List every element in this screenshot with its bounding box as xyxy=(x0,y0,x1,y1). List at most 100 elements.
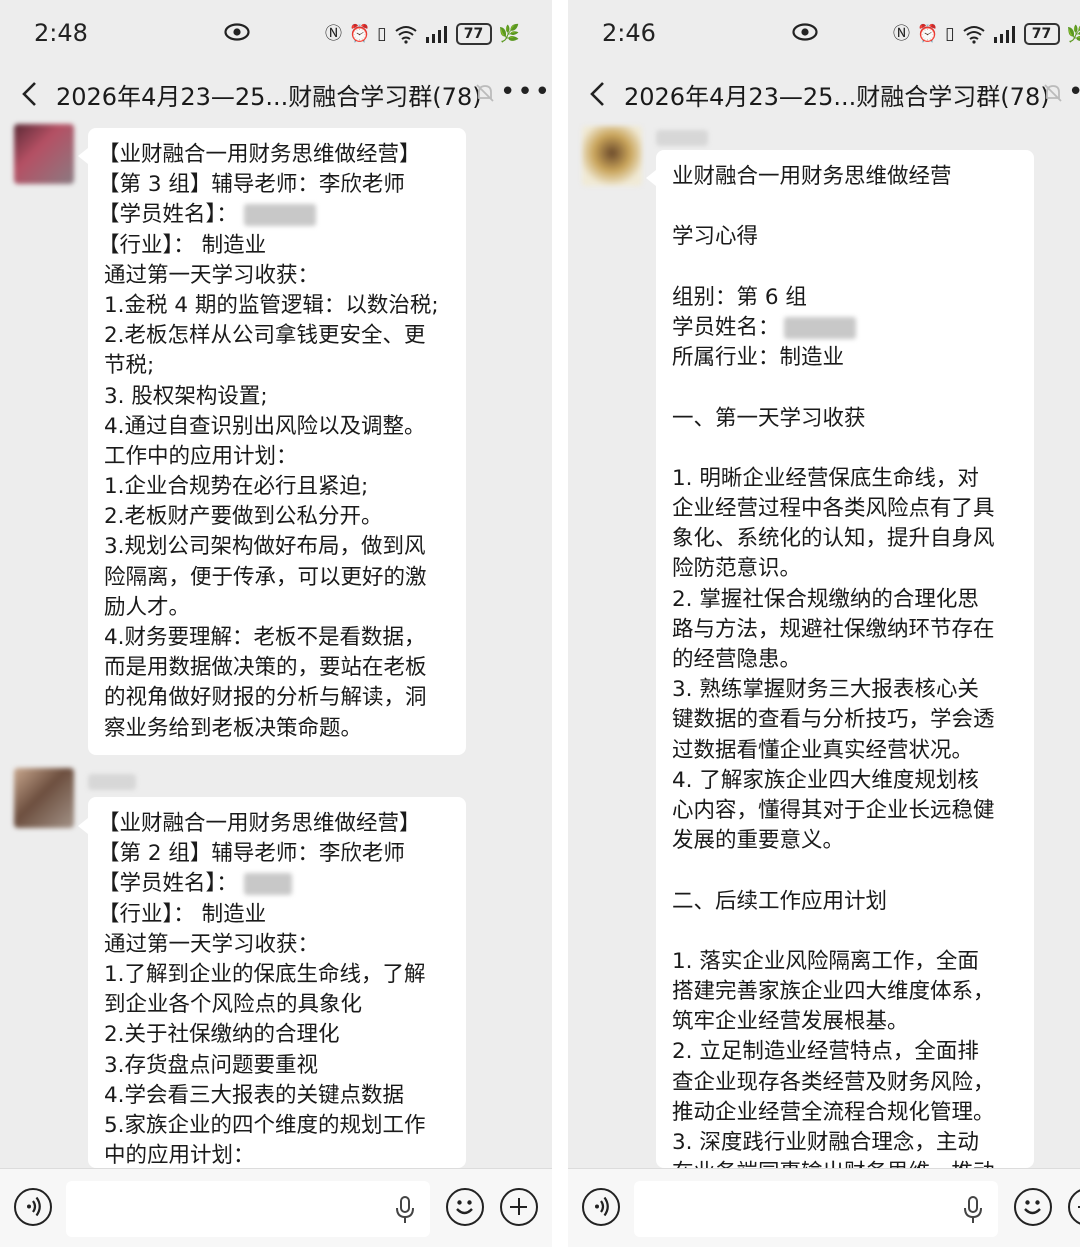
nfc-icon: Ⓝ xyxy=(893,24,910,44)
signal-icon xyxy=(425,26,447,43)
message-line xyxy=(672,856,1034,886)
message-line: 3. 股权架构设置; xyxy=(104,383,268,409)
message-line: 3. 熟练掌握财务三大报表核心关 xyxy=(672,677,979,703)
message-line: 1.企业合规势在必行且紧迫; xyxy=(104,474,369,500)
message-line xyxy=(672,434,1034,464)
avatar[interactable] xyxy=(14,124,74,184)
redacted-name xyxy=(243,204,316,227)
message-line: 3.存货盘点问题要重视 xyxy=(104,1052,319,1078)
message-line: 5.家族企业的四个维度的规划工作 xyxy=(104,1112,426,1138)
message-line: 察业务给到老板决策命题。 xyxy=(104,715,363,741)
message-line: 【业财融合一用财务思维做经营】 xyxy=(98,811,421,836)
message-bubble[interactable]: 业财融合一用财务思维做经营 学习心得 组别：第 6 组 学员姓名： 所属行业：制… xyxy=(656,150,1034,1168)
message-line: 业财融合一用财务思维做经营 xyxy=(672,164,952,189)
status-bar: 2:48 Ⓝ ⏰ ▯ 77 🌿 xyxy=(0,0,552,66)
mute-bell-icon xyxy=(1044,84,1062,102)
avatar[interactable] xyxy=(14,768,74,828)
eye-icon xyxy=(792,23,818,41)
message-line: 在业务端同事输出财务思维，推动 xyxy=(672,1158,1034,1168)
message-line: 到企业各个风险点的具象化 xyxy=(104,992,363,1018)
voice-icon[interactable] xyxy=(14,1188,52,1226)
message-line: 推动企业经营全流程合规化管理。 xyxy=(672,1099,995,1125)
mute-bell-icon xyxy=(476,84,494,102)
message-line: 键数据的查看与分析技巧，学会透 xyxy=(672,707,995,733)
message-line: 2.老板财产要做到公私分开。 xyxy=(104,504,383,530)
message-line: 1. 明晰企业经营保底生命线，对 xyxy=(672,465,979,491)
input-bar xyxy=(0,1168,552,1247)
message-line: 【第 3 组】辅导老师：李欣老师 xyxy=(98,172,405,198)
wifi-icon xyxy=(394,26,417,44)
message-line: 而是用数据做决策的，要站在老板 xyxy=(104,655,427,681)
message-line: 一、第一天学习收获 xyxy=(672,405,866,431)
nfc-icon: Ⓝ xyxy=(325,24,342,44)
message-bubble[interactable]: 【业财融合一用财务思维做经营】 【第 2 组】辅导老师：李欣老师 【学员姓名】：… xyxy=(88,797,466,1168)
message-line: 3.规划公司架构做好布局，做到风 xyxy=(104,534,426,560)
plus-icon[interactable] xyxy=(1068,1188,1080,1226)
message-line xyxy=(672,373,1034,403)
message-line xyxy=(672,917,1034,947)
message-line: 象化、系统化的认知，提升自身风 xyxy=(672,526,995,552)
emoji-icon[interactable] xyxy=(1014,1188,1052,1226)
leaf-icon: 🌿 xyxy=(1066,24,1080,44)
message-line: 2. 立足制造业经营特点，全面排 xyxy=(672,1039,979,1065)
message-line: 节税; xyxy=(104,353,155,379)
message-line: 【行业】： 制造业 xyxy=(98,232,267,258)
battery-icon: 77 xyxy=(1023,23,1060,45)
wifi-icon xyxy=(962,26,985,44)
message-line: 企业经营过程中各类风险点有了具 xyxy=(672,496,995,522)
message-line: 学员姓名： xyxy=(672,314,780,340)
message-line: 工作中的应用计划： xyxy=(104,443,298,469)
chat-title[interactable]: 2026年4月23—25...财融合学习群(78) xyxy=(56,77,482,112)
message-line: 二、后续工作应用计划 xyxy=(672,888,888,914)
message-line: 4.通过自查识别出风险以及调整。 xyxy=(104,413,426,439)
message-line: 2.老板怎样从公司拿钱更安全、更 xyxy=(104,323,426,349)
message-line: 险隔离，便于传承，可以更好的激 xyxy=(104,564,427,590)
message-line: 3. 深度践行业财融合理念，主动 xyxy=(672,1130,979,1155)
more-dots-icon[interactable]: ••• xyxy=(500,78,552,106)
more-dots-icon[interactable]: ••• xyxy=(1068,78,1080,106)
message-line: 的视角做好财报的分析与解读，洞 xyxy=(104,685,427,711)
input-bar xyxy=(568,1168,1080,1247)
message-line: 险防范意识。 xyxy=(672,556,802,582)
signal-icon xyxy=(993,26,1015,43)
message-line: 学习心得 xyxy=(672,224,759,250)
message-line: 4.学会看三大报表的关键点数据 xyxy=(104,1082,405,1108)
message-line: 搭建完善家族企业四大维度体系， xyxy=(672,979,995,1005)
message-input[interactable] xyxy=(66,1181,430,1237)
message-line: 查企业现存各类经营及财务风险， xyxy=(672,1069,995,1095)
eye-icon xyxy=(224,23,250,41)
mic-icon[interactable] xyxy=(962,1195,984,1225)
message-line: 【行业】： 制造业 xyxy=(98,901,267,927)
message-line: 【学员姓名】： xyxy=(98,202,238,228)
chat-header: 2026年4月23—25...财融合学习群(78) ••• xyxy=(568,66,1080,122)
message-line: 1.金税 4 期的监管逻辑：以数治税; xyxy=(104,292,439,318)
message-line: 2.关于社保缴纳的合理化 xyxy=(104,1022,340,1048)
back-arrow-icon[interactable] xyxy=(18,80,42,108)
chat-screen-right: 2:46 Ⓝ ⏰ ▯ 77 🌿 2026年4月23—25...财融合学习群(78… xyxy=(568,0,1080,1247)
redacted-name xyxy=(783,316,856,339)
message-line: 4.财务要理解：老板不是看数据， xyxy=(104,625,426,650)
chat-title[interactable]: 2026年4月23—25...财融合学习群(78) xyxy=(624,77,1050,112)
avatar[interactable] xyxy=(582,126,642,186)
vibrate-icon: ▯ xyxy=(377,24,387,44)
message-bubble[interactable]: 【业财融合一用财务思维做经营】 【第 3 组】辅导老师：李欣老师 【学员姓名】：… xyxy=(88,128,466,755)
voice-icon[interactable] xyxy=(582,1188,620,1226)
message-line: 【第 2 组】辅导老师：李欣老师 xyxy=(98,841,405,867)
sender-name xyxy=(656,130,708,146)
status-bar: 2:46 Ⓝ ⏰ ▯ 77 🌿 xyxy=(568,0,1080,66)
system-icons: Ⓝ ⏰ ▯ 77 🌿 xyxy=(325,22,520,46)
message-line: 2. 掌握社保合规缴纳的合理化思 xyxy=(672,586,979,612)
emoji-icon[interactable] xyxy=(446,1188,484,1226)
plus-icon[interactable] xyxy=(500,1188,538,1226)
message-line: 所属行业：制造业 xyxy=(672,345,845,371)
message-line: 中的应用计划： xyxy=(104,1143,255,1168)
redacted-name xyxy=(243,873,292,896)
message-line: 励人才。 xyxy=(104,594,191,620)
message-line: 组别：第 6 组 xyxy=(672,284,807,310)
status-time: 2:46 xyxy=(602,19,656,47)
message-input[interactable] xyxy=(634,1181,998,1237)
mic-icon[interactable] xyxy=(394,1195,416,1225)
back-arrow-icon[interactable] xyxy=(586,80,610,108)
message-line: 过数据看懂企业真实经营状况。 xyxy=(672,737,974,763)
message-line: 通过第一天学习收获： xyxy=(104,931,320,957)
